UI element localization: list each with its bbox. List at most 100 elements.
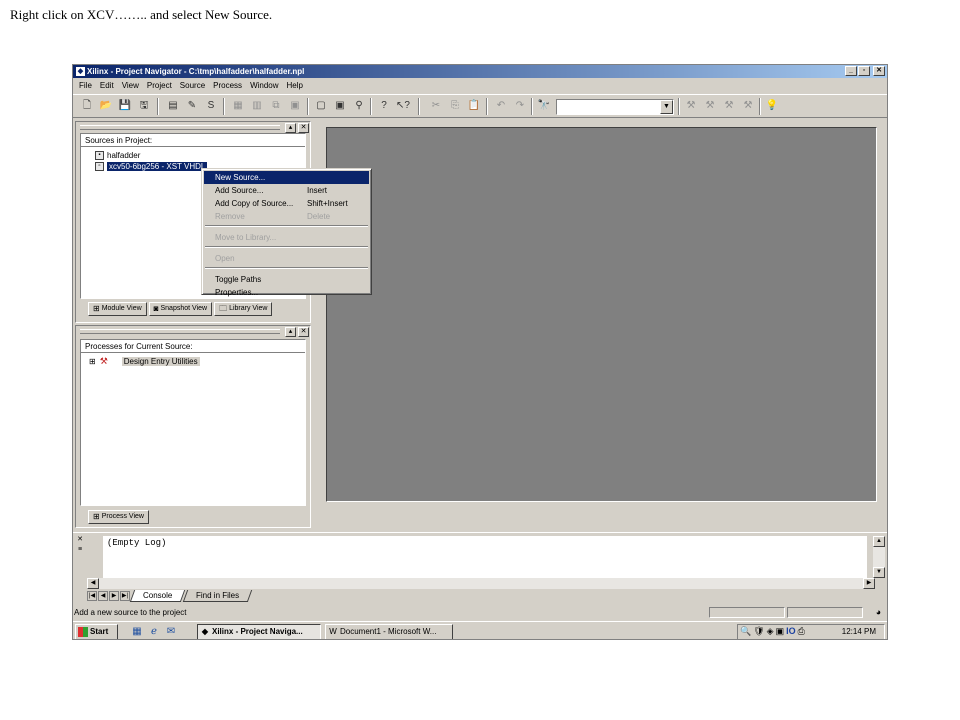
new-file-icon[interactable]: 🗋 [79, 98, 95, 114]
menu-toggle-paths[interactable]: Toggle Paths [204, 273, 369, 286]
context-help-icon[interactable]: ↖? [395, 98, 411, 114]
redo-icon[interactable]: ↷ [512, 98, 528, 114]
last-tab-icon[interactable]: ▶| [120, 590, 130, 601]
menu-open[interactable]: Open [204, 252, 369, 265]
project-properties-icon[interactable]: ▤ [165, 98, 181, 114]
shield-tray-icon[interactable]: 🛡 [753, 626, 764, 637]
synthesize-icon[interactable]: ⚒ [702, 98, 718, 114]
undo-icon[interactable]: ↶ [493, 98, 509, 114]
start-button[interactable]: Start [75, 624, 118, 639]
menu-project[interactable]: Project [143, 79, 176, 93]
workspace-area[interactable] [326, 127, 877, 502]
search-tray-icon[interactable]: 🔍 [740, 626, 751, 637]
scroll-down-icon[interactable]: ▼ [873, 567, 885, 578]
pane-grip[interactable] [80, 125, 280, 130]
io-tray-text[interactable]: IO [786, 626, 796, 637]
save-all-icon[interactable]: 🖫 [136, 98, 152, 114]
next-tab-icon[interactable]: ▶ [109, 590, 119, 601]
tree-item-device[interactable]: ▫ xcv50-6bg256 - XST VHDL [95, 161, 208, 172]
help-icon[interactable]: ? [376, 98, 392, 114]
pane-restore-button[interactable]: ▴ [285, 123, 296, 133]
copy-icon[interactable]: ⎘ [447, 98, 463, 114]
tab-find-in-files[interactable]: Find in Files [183, 589, 253, 602]
menu-add-copy-of-source[interactable]: Add Copy of Source... Shift+Insert [204, 197, 369, 210]
console-panel: ✕ ≡ (Empty Log) ▲ ▼ ◀ ▶ |◀ ◀ ▶ ▶| Consol… [73, 532, 887, 604]
menu-remove[interactable]: Remove Delete [204, 210, 369, 223]
remove-source-icon[interactable]: ▣ [287, 98, 303, 114]
snapshot-icon[interactable]: ▦ [230, 98, 246, 114]
tab-module-view[interactable]: ⊞ Module View [88, 302, 147, 316]
console-close-icon[interactable]: ✕ [75, 535, 85, 545]
sources-tabbar: ⊞ Module View ◙ Snapshot View 🗀 Library Vie… [88, 302, 273, 318]
translate-icon[interactable]: ⚒ [721, 98, 737, 114]
clock[interactable]: 12:14 PM [842, 625, 876, 639]
tab-label: Find in Files [196, 590, 240, 600]
internet-explorer-icon[interactable]: ℯ [147, 625, 161, 639]
menu-properties[interactable]: Properties... [204, 286, 369, 299]
pane-grip[interactable] [80, 329, 280, 334]
printer-tray-icon[interactable]: ⎙ [798, 626, 805, 637]
open-folder-icon[interactable]: 📂 [98, 98, 114, 114]
pane-close-button[interactable]: ✕ [298, 123, 309, 133]
tab-snapshot-view[interactable]: ◙ Snapshot View [148, 302, 213, 316]
save-icon[interactable]: 💾 [117, 98, 133, 114]
sources-view-icon[interactable]: ▢ [313, 98, 329, 114]
display-tray-icon[interactable]: ▣ [776, 626, 785, 637]
show-desktop-icon[interactable]: ▦ [130, 625, 144, 639]
console-output[interactable]: (Empty Log) [103, 536, 867, 578]
prev-tab-icon[interactable]: ◀ [98, 590, 108, 601]
status-cell [787, 607, 863, 618]
search-combo[interactable]: ▼ [556, 99, 674, 115]
scroll-right-icon[interactable]: ▶ [863, 578, 875, 589]
tree-item-design-entry-utilities[interactable]: ⊞ ⚒ Design Entry Utilities [89, 356, 200, 367]
menu-window[interactable]: Window [246, 79, 282, 93]
menu-add-source[interactable]: Add Source... Insert [204, 184, 369, 197]
paste-icon[interactable]: 📋 [466, 98, 482, 114]
context-menu: New Source... Add Source... Insert Add Co… [201, 168, 372, 297]
menu-help[interactable]: Help [283, 79, 307, 93]
pane-close-button[interactable]: ✕ [298, 327, 309, 337]
schematic-icon[interactable]: S [203, 98, 219, 114]
menu-edit[interactable]: Edit [96, 79, 118, 93]
first-tab-icon[interactable]: |◀ [87, 590, 97, 601]
expand-plus-icon[interactable]: ⊞ [89, 357, 96, 366]
find-icon[interactable]: 🔭 [536, 98, 552, 114]
menu-source[interactable]: Source [176, 79, 209, 93]
console-vertical-scrollbar[interactable]: ▲ ▼ [873, 536, 885, 578]
network-tray-icon[interactable]: ◈ [767, 626, 774, 637]
console-grip[interactable]: ≡ [75, 545, 85, 555]
hierarchy-icon[interactable]: ⚲ [351, 98, 367, 114]
cut-icon[interactable]: ✂ [428, 98, 444, 114]
toolbar-separator [370, 98, 372, 115]
menu-move-to-library[interactable]: Move to Library... [204, 231, 369, 244]
outlook-express-icon[interactable]: ✉ [164, 625, 178, 639]
tab-library-view[interactable]: 🗀 Library View [214, 302, 273, 316]
library-icon[interactable]: ▥ [249, 98, 265, 114]
scroll-up-icon[interactable]: ▲ [873, 536, 885, 547]
tab-console[interactable]: Console [129, 589, 186, 602]
menu-process[interactable]: Process [209, 79, 246, 93]
tab-process-view[interactable]: ⊞ Process View [88, 510, 149, 524]
task-project-navigator[interactable]: ◆ Xilinx - Project Naviga... [197, 624, 321, 639]
menu-file[interactable]: File [75, 79, 96, 93]
chevron-down-icon[interactable]: ▼ [660, 100, 673, 114]
window-title-bar[interactable]: ◆ Xilinx - Project Navigator - C:\tmp\ha… [73, 65, 887, 78]
toolbar-separator [759, 98, 761, 115]
console-horizontal-scrollbar[interactable]: ◀ ▶ [87, 578, 875, 589]
menu-view[interactable]: View [118, 79, 143, 93]
stop-icon[interactable]: ⚒ [740, 98, 756, 114]
close-button[interactable]: ✕ [873, 66, 885, 76]
tip-lightbulb-icon[interactable]: 💡 [764, 98, 780, 114]
menu-new-source[interactable]: New Source... [204, 171, 369, 184]
process-view-icon[interactable]: ▣ [332, 98, 348, 114]
implement-icon[interactable]: ⚒ [683, 98, 699, 114]
minimize-button[interactable]: _ [845, 66, 857, 76]
copy-source-icon[interactable]: ⧉ [268, 98, 284, 114]
restore-button[interactable]: ▫ [858, 66, 870, 76]
pane-restore-button[interactable]: ▴ [285, 327, 296, 337]
scroll-left-icon[interactable]: ◀ [87, 578, 99, 589]
edit-source-icon[interactable]: ✎ [184, 98, 200, 114]
tree-item-halfadder[interactable]: ▪ halfadder [95, 150, 140, 161]
menu-bar: File Edit View Project Source Process Wi… [73, 79, 887, 93]
task-document1-word[interactable]: W Document1 - Microsoft W... [325, 624, 453, 639]
